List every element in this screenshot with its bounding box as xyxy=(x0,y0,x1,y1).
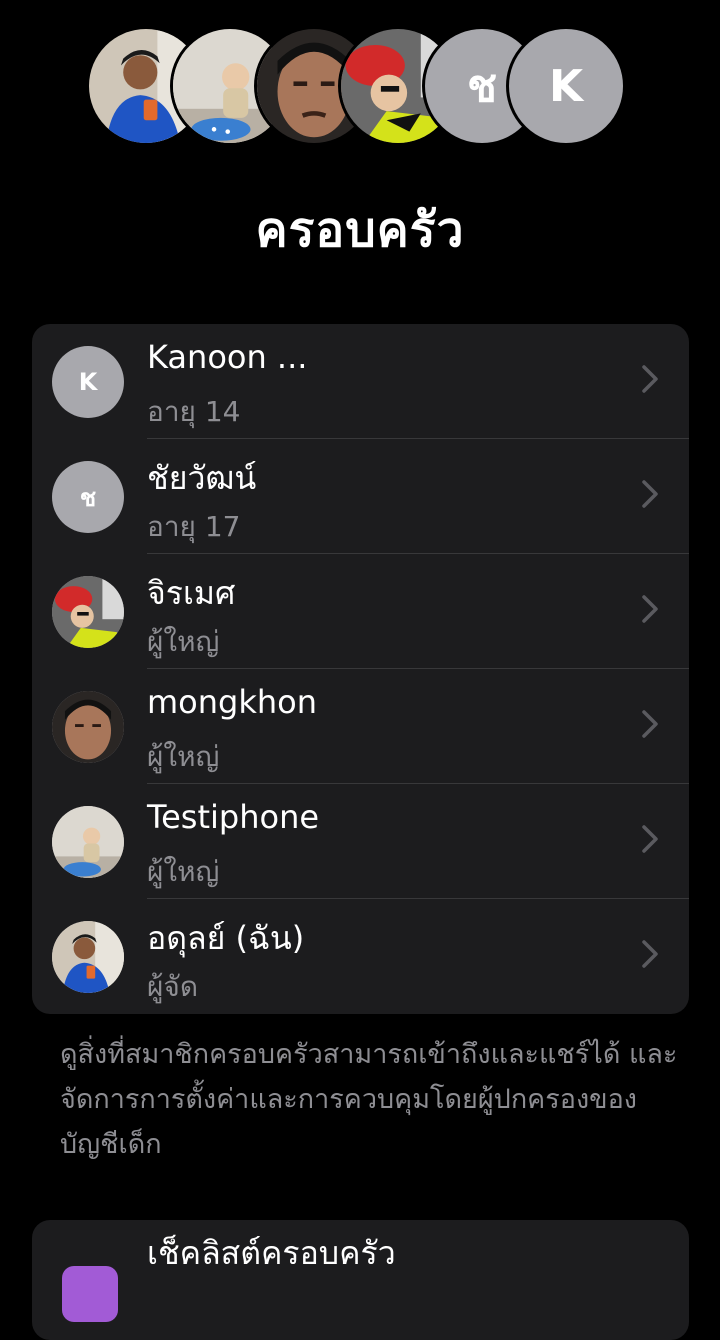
member-name: อดุลย์ (ฉัน) xyxy=(147,919,305,957)
chevron-right-icon xyxy=(642,365,658,393)
avatar-letter: ช xyxy=(79,483,97,512)
chevron-right-icon xyxy=(642,940,658,968)
member-row-kanoon[interactable]: K Kanoon ... อายุ 14 xyxy=(32,324,689,439)
member-role: ผู้จัด xyxy=(147,970,198,1003)
family-checklist-row[interactable]: เช็คลิสต์ครอบครัว xyxy=(32,1220,689,1340)
member-role: อายุ 14 xyxy=(147,395,241,428)
member-role: ผู้ใหญ่ xyxy=(147,625,220,658)
child-photo-icon xyxy=(52,806,124,878)
avatar-letter: K xyxy=(78,368,98,396)
member-role: ผู้ใหญ่ xyxy=(147,740,220,773)
avatar-letter: K xyxy=(548,60,584,112)
face-photo-icon xyxy=(52,691,124,763)
member-name: Kanoon ... xyxy=(147,338,308,376)
member-role: อายุ 17 xyxy=(147,510,241,543)
red-cap-photo-icon xyxy=(52,576,124,648)
avatar-letter: ช xyxy=(467,61,497,112)
chevron-right-icon xyxy=(642,595,658,623)
member-name: mongkhon xyxy=(147,683,318,721)
member-name: Testiphone xyxy=(147,798,320,836)
member-row-jiramet[interactable]: จิรเมศ ผู้ใหญ่ xyxy=(32,554,689,669)
family-avatar-stack: ช K xyxy=(0,24,720,150)
chevron-right-icon xyxy=(642,480,658,508)
member-avatar: K xyxy=(52,346,124,418)
person-photo-icon xyxy=(52,921,124,993)
member-row-mongkhon[interactable]: mongkhon ผู้ใหญ่ xyxy=(32,669,689,784)
member-name: จิรเมศ xyxy=(147,574,236,612)
member-row-adul[interactable]: อดุลย์ (ฉัน) ผู้จัด xyxy=(32,899,689,1014)
member-avatar: ช xyxy=(52,461,124,533)
chevron-right-icon xyxy=(642,710,658,738)
member-role: ผู้ใหญ่ xyxy=(147,855,220,888)
checklist-icon xyxy=(62,1266,118,1322)
member-row-testiphone[interactable]: Testiphone ผู้ใหญ่ xyxy=(32,784,689,899)
checklist-label: เช็คลิสต์ครอบครัว xyxy=(147,1234,396,1272)
page-title: ครอบครัว xyxy=(255,202,465,258)
member-row-chaiwat[interactable]: ช ชัยวัฒน์ อายุ 17 xyxy=(32,439,689,554)
letter-avatar-k: K xyxy=(506,26,626,146)
chevron-right-icon xyxy=(642,825,658,853)
family-members-list: K Kanoon ... อายุ 14 ช ชัยวัฒน์ อายุ 17 … xyxy=(32,324,689,1014)
family-sharing-description: ดูสิ่งที่สมาชิกครอบครัวสามารถเข้าถึงและแ… xyxy=(60,1039,678,1160)
member-name: ชัยวัฒน์ xyxy=(147,459,257,497)
